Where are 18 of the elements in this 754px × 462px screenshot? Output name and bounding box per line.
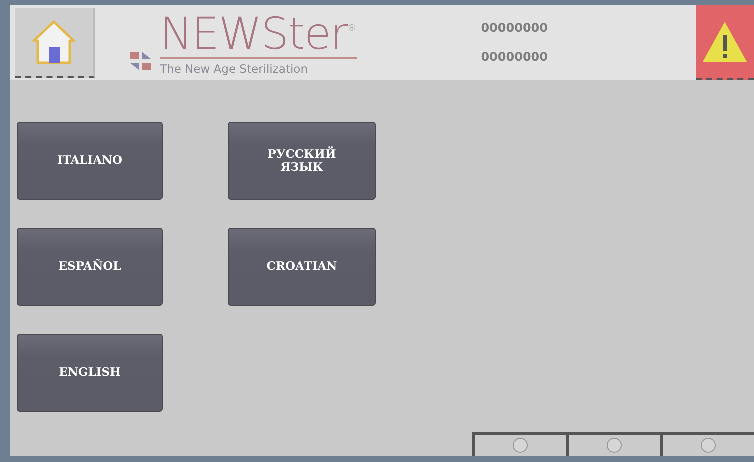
indicator-tab[interactable]	[566, 432, 660, 456]
home-icon	[32, 19, 76, 65]
language-button[interactable]: ITALIANO	[17, 122, 163, 200]
language-button[interactable]: CROATIAN	[228, 228, 376, 306]
language-button[interactable]: ESPAÑOL	[17, 228, 163, 306]
counter-value: 00000000	[481, 20, 548, 37]
brand-name: NEWSter	[160, 12, 348, 57]
language-button[interactable]: РУССКИЙ ЯЗЫК	[228, 122, 376, 200]
counter-value: 00000000	[481, 49, 548, 66]
logo-icon	[130, 50, 152, 72]
registered-mark: ®	[348, 24, 357, 34]
alarm-button[interactable]	[696, 5, 754, 80]
warning-icon	[701, 20, 749, 64]
home-button[interactable]	[15, 8, 95, 78]
brand-tagline: The New Age Sterilization	[160, 56, 357, 78]
indicator-tab[interactable]	[472, 432, 566, 456]
language-button[interactable]: ENGLISH	[17, 334, 163, 412]
indicator-tab[interactable]	[660, 432, 754, 456]
